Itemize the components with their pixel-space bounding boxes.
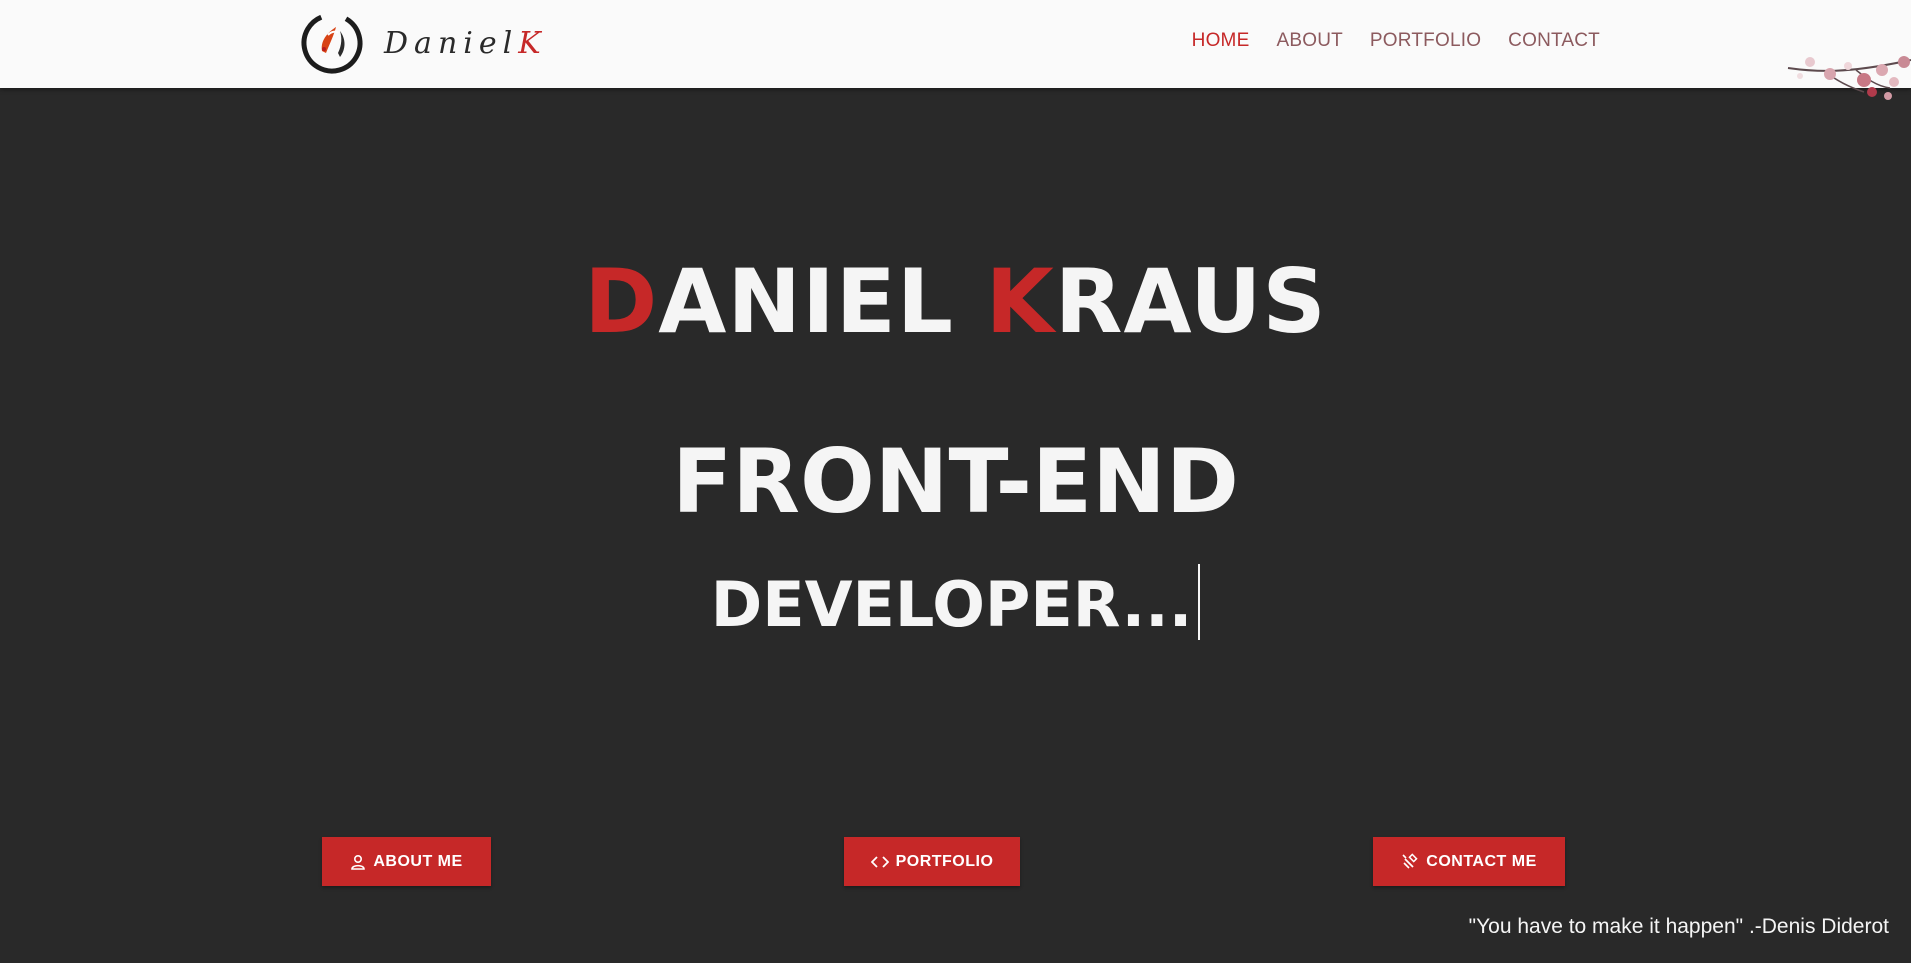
logo-wordmark: DanielK xyxy=(384,25,547,61)
role-line-1: FRONT-END xyxy=(672,430,1239,533)
last-initial: K xyxy=(985,250,1055,353)
typed-role-text: DEVELOPER... xyxy=(710,568,1193,641)
contact-me-label: CONTACT ME xyxy=(1426,852,1537,870)
hero-name: DANIEL KRAUS xyxy=(0,258,1911,346)
first-name-rest: ANIEL xyxy=(658,250,954,353)
contact-me-button[interactable]: CONTACT ME xyxy=(1373,837,1565,886)
satellite-icon xyxy=(1402,852,1418,869)
top-navbar: DanielK HOME ABOUT PORTFOLIO CONTACT xyxy=(0,0,1911,88)
code-icon xyxy=(870,855,889,868)
nav-home[interactable]: HOME xyxy=(1192,30,1250,52)
footer-quote: "You have to make it happen" .-Denis Did… xyxy=(1468,915,1889,938)
hero-section: DANIEL KRAUS FRONT-END DEVELOPER... ABOU… xyxy=(0,88,1911,963)
site-logo-link[interactable]: DanielK xyxy=(298,9,547,77)
nav-about[interactable]: ABOUT xyxy=(1276,30,1342,52)
main-nav: HOME ABOUT PORTFOLIO CONTACT xyxy=(1192,30,1600,52)
nav-contact[interactable]: CONTACT xyxy=(1508,30,1600,52)
last-name-rest: RAUS xyxy=(1054,250,1327,353)
logo-accent-letter: K xyxy=(518,25,547,61)
first-initial: D xyxy=(584,250,659,353)
nav-portfolio[interactable]: PORTFOLIO xyxy=(1370,30,1481,52)
person-icon xyxy=(351,854,366,870)
about-me-label: ABOUT ME xyxy=(373,852,463,870)
role-line-2: DEVELOPER... xyxy=(0,564,1911,640)
cherry-blossom-branch-icon xyxy=(1787,56,1911,100)
about-me-button[interactable]: ABOUT ME xyxy=(322,837,491,886)
koi-enso-logo-icon xyxy=(301,12,363,74)
portfolio-label: PORTFOLIO xyxy=(895,852,994,870)
typing-cursor xyxy=(1198,564,1201,640)
portfolio-button[interactable]: PORTFOLIO xyxy=(844,837,1020,886)
